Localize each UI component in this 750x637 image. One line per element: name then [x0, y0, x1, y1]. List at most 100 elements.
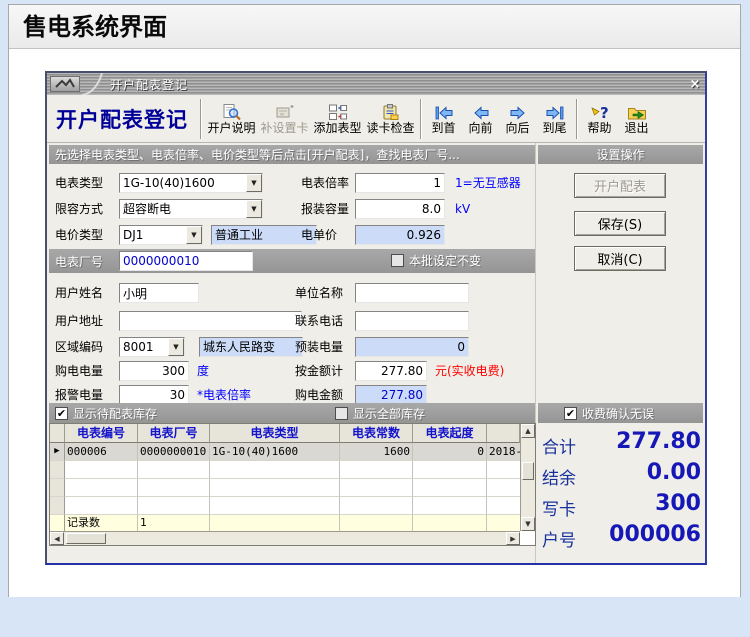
- column-header-extra: [487, 424, 520, 443]
- close-button[interactable]: ×: [685, 77, 705, 92]
- toolbar-button-label: 向后: [505, 120, 530, 135]
- limit-mode-value: 超容断电: [123, 202, 172, 216]
- cell-meter-no: 000006: [65, 443, 138, 461]
- toolbar-button-open-help[interactable]: 开户说明: [205, 97, 258, 141]
- cell-date: 2018-: [487, 443, 520, 461]
- dropdown-arrow-icon[interactable]: ▼: [186, 226, 202, 244]
- card-plus-icon: [275, 103, 295, 121]
- capacity-input[interactable]: [355, 199, 445, 219]
- dropdown-arrow-icon[interactable]: ▼: [168, 338, 184, 356]
- unit-price-label: 电单价: [301, 228, 338, 242]
- meter-type-label: 电表类型: [55, 176, 104, 190]
- toolbar-separator: [420, 98, 422, 139]
- ratio-input[interactable]: [355, 173, 445, 193]
- write-card-value: 300: [655, 491, 701, 516]
- table-horizontal-scrollbar[interactable]: ◀ ▶: [50, 531, 520, 545]
- ratio-label: 电表倍率: [301, 176, 350, 190]
- clipboard-icon: [381, 103, 401, 121]
- dropdown-arrow-icon[interactable]: ▼: [246, 174, 262, 192]
- record-count-label: 记录数: [65, 515, 138, 531]
- factory-number-label: 电表厂号: [55, 254, 104, 269]
- alarm-qty-input[interactable]: [119, 385, 189, 405]
- ratio-hint: 1=无互感器: [455, 176, 521, 190]
- column-header-constant[interactable]: 电表常数: [340, 424, 413, 443]
- scroll-left-icon[interactable]: ◀: [50, 532, 64, 545]
- by-amount-input[interactable]: [355, 361, 427, 381]
- user-name-label: 用户姓名: [55, 286, 104, 300]
- toolbar-button-previous[interactable]: 向前: [462, 97, 499, 141]
- column-header-meter-type[interactable]: 电表类型: [210, 424, 340, 443]
- limit-mode-select[interactable]: 超容断电 ▼: [119, 199, 263, 219]
- price-type-select[interactable]: DJ1 ▼: [119, 225, 203, 245]
- first-record-icon: [434, 103, 454, 121]
- dropdown-arrow-icon[interactable]: ▼: [246, 200, 262, 218]
- row-marker-icon: ▶: [50, 443, 65, 461]
- dialog-body: 先选择电表类型、电表倍率、电价类型等后点击[开户配表]，查找电表厂号... 设置…: [47, 143, 705, 563]
- meter-type-select[interactable]: 1G-10(40)1600 ▼: [119, 173, 263, 193]
- unit-name-label: 单位名称: [295, 286, 344, 300]
- toolbar-button-help[interactable]: ? 帮助: [581, 97, 618, 141]
- dialog-titlebar: 开户配表登记 ×: [47, 73, 705, 95]
- open-account-button: 开户配表: [574, 173, 666, 198]
- dialog-title: 开户配表登记: [110, 77, 189, 92]
- unit-price-display: 0.926: [355, 225, 445, 245]
- show-all-stock-label: 显示全部库存: [353, 406, 426, 421]
- show-pending-stock-checkbox[interactable]: ✔: [55, 406, 68, 420]
- factory-number-input[interactable]: [119, 251, 253, 271]
- next-record-icon: [508, 103, 528, 121]
- show-all-stock-checkbox[interactable]: [335, 406, 349, 420]
- limit-mode-label: 限容方式: [55, 202, 104, 216]
- toolbar-button-last[interactable]: 到尾: [536, 97, 573, 141]
- scroll-right-icon[interactable]: ▶: [506, 532, 520, 545]
- alarm-qty-hint: *电表倍率: [197, 388, 252, 402]
- contact-phone-input[interactable]: [355, 311, 469, 331]
- batch-fixed-checkbox[interactable]: [391, 254, 404, 267]
- table-row[interactable]: ▶ 000006 0000000010 1G-10(40)1600 1600 0…: [50, 443, 520, 461]
- toolbar-separator: [576, 98, 578, 139]
- scroll-down-icon[interactable]: ▼: [521, 517, 535, 531]
- toolbar: 开户配表登记 开户说明 补设置卡 添加表型 读卡检查 到首 向前 向后 到尾 ?…: [47, 95, 705, 143]
- account-no-value: 000006: [609, 522, 701, 547]
- horizontal-scroll-thumb[interactable]: [66, 533, 106, 544]
- record-count-value: 1: [138, 515, 210, 531]
- settings-panel-title: 设置操作: [596, 148, 645, 162]
- table-empty-row: [50, 497, 520, 515]
- exit-icon: [627, 103, 647, 121]
- purchase-qty-hint: 度: [197, 364, 210, 378]
- user-name-input[interactable]: [119, 283, 199, 303]
- preload-label: 预装电量: [295, 340, 344, 354]
- table-empty-row: [50, 479, 520, 497]
- table-vertical-scrollbar[interactable]: ▲ ▼: [520, 424, 535, 531]
- toolbar-button-next[interactable]: 向后: [499, 97, 536, 141]
- column-header-meter-no[interactable]: 电表编号: [65, 424, 138, 443]
- settings-panel-header: 设置操作: [538, 145, 703, 164]
- dialog-window: 开户配表登记 × 开户配表登记 开户说明 补设置卡 添加表型 读卡检查 到首 向…: [45, 71, 707, 565]
- fee-confirm-checkbox[interactable]: ✔: [564, 406, 577, 420]
- toolbar-button-add-meter-type[interactable]: 添加表型: [311, 97, 364, 141]
- help-icon: ?: [590, 103, 610, 121]
- doc-magnifier-icon: [222, 103, 242, 121]
- toolbar-app-title: 开户配表登记: [56, 106, 188, 132]
- toolbar-button-exit[interactable]: 退出: [618, 97, 655, 141]
- area-code-select[interactable]: 8001 ▼: [119, 337, 185, 357]
- scroll-up-icon[interactable]: ▲: [521, 424, 535, 438]
- fee-confirm-bar: ✔ 收费确认无误: [538, 403, 703, 423]
- cell-constant: 1600: [340, 443, 413, 461]
- save-button[interactable]: 保存(S): [574, 211, 666, 236]
- cancel-button[interactable]: 取消(C): [574, 246, 666, 271]
- column-header-start[interactable]: 电表起度: [413, 424, 487, 443]
- column-header-factory-no[interactable]: 电表厂号: [138, 424, 210, 443]
- purchase-qty-input[interactable]: [119, 361, 189, 381]
- toolbar-button-first[interactable]: 到首: [425, 97, 462, 141]
- toolbar-button-label: 向前: [468, 120, 493, 135]
- user-address-input[interactable]: [119, 311, 302, 331]
- total-value: 277.80: [616, 429, 701, 454]
- stock-filter-bar: ✔ 显示待配表库存 显示全部库存: [49, 403, 535, 423]
- page-title: 售电系统界面: [23, 13, 167, 41]
- vertical-scroll-thumb[interactable]: [522, 462, 534, 480]
- toolbar-button-read-card-check[interactable]: 读卡检查: [364, 97, 417, 141]
- meter-type-value: 1G-10(40)1600: [123, 176, 215, 190]
- svg-text:?: ?: [600, 104, 609, 121]
- unit-name-input[interactable]: [355, 283, 469, 303]
- add-pages-icon: [328, 103, 348, 121]
